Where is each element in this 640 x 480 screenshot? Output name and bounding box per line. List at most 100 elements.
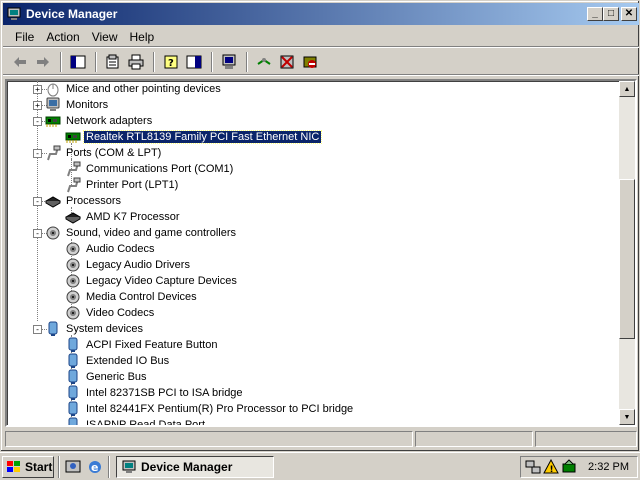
forward-button[interactable]	[32, 51, 54, 73]
print-button[interactable]	[125, 51, 147, 73]
expand-icon[interactable]: +	[33, 101, 42, 110]
hardware-tray-icon[interactable]	[561, 459, 577, 475]
tree-device[interactable]: Audio Codecs	[65, 241, 157, 257]
scroll-down-button[interactable]: ▼	[619, 409, 635, 425]
internet-explorer-icon[interactable]: e	[86, 458, 104, 476]
device-tree: + Mice and other pointing devices + Monitor…	[7, 81, 621, 425]
taskbar-divider	[108, 455, 110, 478]
tree-category[interactable]: Ports (COM & LPT)	[45, 145, 163, 161]
status-panel	[535, 431, 637, 447]
tree-device[interactable]: Legacy Audio Drivers	[65, 257, 192, 273]
sound-icon	[65, 257, 81, 273]
collapse-icon[interactable]: -	[33, 149, 42, 158]
device-manager-icon	[122, 460, 136, 473]
taskbar: Start e Device Manager ! 2:32 PM	[0, 452, 640, 480]
window-title: Device Manager	[26, 7, 118, 21]
tree-category[interactable]: Network adapters	[45, 113, 154, 129]
menu-action[interactable]: Action	[40, 28, 85, 46]
disable-icon	[303, 56, 317, 68]
minimize-icon: _	[592, 8, 598, 19]
sound-icon	[45, 225, 61, 241]
device-label: Legacy Audio Drivers	[86, 259, 190, 271]
forward-icon	[37, 56, 49, 67]
help-button[interactable]: ?	[160, 51, 182, 73]
quick-launch: e	[64, 458, 104, 476]
mouse-icon	[45, 81, 61, 97]
menu-help[interactable]: Help	[124, 28, 161, 46]
tree-category[interactable]: Processors	[45, 193, 123, 209]
warning-tray-icon[interactable]: !	[543, 459, 559, 475]
properties-button[interactable]	[102, 51, 124, 73]
tree-device[interactable]: Legacy Video Capture Devices	[65, 273, 239, 289]
device-tree-pane: + Mice and other pointing devices + Monitor…	[5, 79, 637, 427]
tree-device[interactable]: Intel 82371SB PCI to ISA bridge	[65, 385, 245, 401]
toolbar-separator	[211, 51, 213, 72]
status-bar	[3, 431, 639, 449]
tree-device[interactable]: Communications Port (COM1)	[65, 161, 235, 177]
uninstall-button[interactable]	[276, 51, 298, 73]
processor-icon	[45, 193, 61, 209]
network-card-icon	[65, 129, 81, 145]
device-label: Legacy Video Capture Devices	[86, 275, 237, 287]
system-device-icon	[65, 401, 81, 417]
tree-category[interactable]: Sound, video and game controllers	[45, 225, 238, 241]
title-bar[interactable]: Device Manager _ □ ✕	[3, 3, 639, 25]
tree-device[interactable]: Generic Bus	[65, 369, 149, 385]
scan-hardware-button[interactable]	[253, 51, 275, 73]
scrollbar-thumb[interactable]	[619, 179, 635, 339]
device-manager-window: Device Manager _ □ ✕ File Action View He…	[0, 0, 640, 452]
system-device-icon	[65, 385, 81, 401]
show-desktop-icon[interactable]	[64, 458, 82, 476]
computer-icon	[222, 54, 236, 69]
tree-device[interactable]: Realtek RTL8139 Family PCI Fast Ethernet…	[65, 129, 323, 145]
start-button[interactable]: Start	[2, 455, 54, 478]
tree-device[interactable]: AMD K7 Processor	[65, 209, 182, 225]
computer-button[interactable]	[218, 51, 240, 73]
collapse-icon[interactable]: -	[33, 117, 42, 126]
tree-device[interactable]: Video Codecs	[65, 305, 156, 321]
console-tree-button[interactable]	[67, 51, 89, 73]
taskbar-device-manager-button[interactable]: Device Manager	[116, 455, 274, 478]
svg-text:?: ?	[168, 58, 174, 69]
tree-device[interactable]: Intel 82441FX Pentium(R) Pro Processor t…	[65, 401, 355, 417]
expand-icon[interactable]: +	[33, 85, 42, 94]
clock[interactable]: 2:32 PM	[588, 461, 629, 473]
menu-view[interactable]: View	[86, 28, 124, 46]
tree-category[interactable]: System devices	[45, 321, 145, 337]
network-tray-icon[interactable]	[525, 459, 541, 475]
device-label: AMD K7 Processor	[86, 211, 180, 223]
tree-category[interactable]: Mice and other pointing devices	[45, 81, 223, 97]
toolbar-separator	[60, 51, 62, 72]
collapse-icon[interactable]: -	[33, 325, 42, 334]
collapse-icon[interactable]: -	[33, 229, 42, 238]
maximize-button[interactable]: □	[603, 7, 619, 21]
scroll-up-icon: ▲	[623, 85, 631, 93]
print-icon	[128, 54, 144, 69]
tree-device[interactable]: Extended IO Bus	[65, 353, 171, 369]
menu-file[interactable]: File	[9, 28, 40, 46]
toolbar-separator	[246, 51, 248, 72]
back-button[interactable]	[9, 51, 31, 73]
menu-bar: File Action View Help	[3, 27, 639, 47]
tree-device[interactable]: Media Control Devices	[65, 289, 199, 305]
disable-button[interactable]	[299, 51, 321, 73]
system-device-icon	[65, 417, 81, 425]
status-panel	[5, 431, 413, 447]
collapse-icon[interactable]: -	[33, 197, 42, 206]
device-label: Extended IO Bus	[86, 355, 170, 367]
system-tray: ! 2:32 PM	[520, 456, 638, 478]
category-label: System devices	[66, 323, 144, 335]
tree-device[interactable]: Printer Port (LPT1)	[65, 177, 180, 193]
close-button[interactable]: ✕	[621, 7, 637, 21]
svg-text:e: e	[91, 461, 98, 474]
vertical-scrollbar[interactable]: ▲ ▼	[619, 81, 635, 425]
device-label: Media Control Devices	[86, 291, 197, 303]
device-label: Communications Port (COM1)	[86, 163, 234, 175]
show-hide-button[interactable]	[183, 51, 205, 73]
tree-device[interactable]: ISAPNP Read Data Port	[65, 417, 207, 425]
minimize-button[interactable]: _	[587, 7, 603, 21]
scroll-up-button[interactable]: ▲	[619, 81, 635, 97]
tree-device[interactable]: ACPI Fixed Feature Button	[65, 337, 219, 353]
start-label: Start	[25, 459, 53, 474]
tree-category[interactable]: Monitors	[45, 97, 110, 113]
